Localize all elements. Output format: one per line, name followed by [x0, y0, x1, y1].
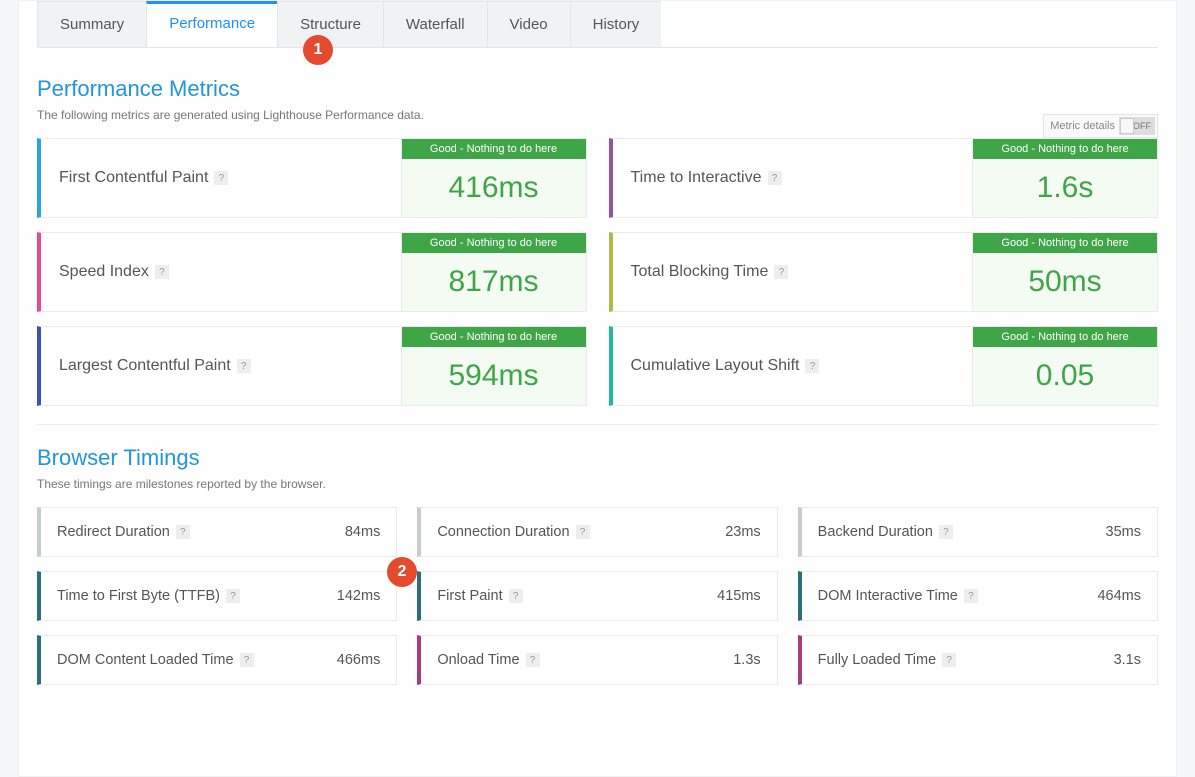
timing-value: 35ms	[1106, 524, 1141, 540]
timing-card: Fully Loaded Time? 3.1s	[798, 635, 1158, 685]
timing-card: Redirect Duration? 84ms	[37, 507, 397, 557]
timing-value: 142ms	[337, 588, 381, 604]
metric-card: First Contentful Paint?Good - Nothing to…	[37, 138, 587, 218]
metric-value: 817ms	[402, 253, 586, 311]
annotation-badge-1: 1	[303, 35, 333, 65]
metric-card: Total Blocking Time?Good - Nothing to do…	[609, 232, 1159, 312]
metrics-section-title: Performance Metrics	[37, 76, 424, 102]
metric-value: 0.05	[973, 347, 1157, 405]
timing-label: Onload Time?	[437, 652, 539, 668]
help-icon[interactable]: ?	[226, 589, 240, 603]
metrics-heading-row: Performance Metrics The following metric…	[37, 66, 1158, 138]
timing-label: Redirect Duration?	[57, 524, 190, 540]
metric-value-box: Good - Nothing to do here1.6s	[972, 139, 1157, 217]
timing-card: DOM Interactive Time? 464ms	[798, 571, 1158, 621]
timing-card: DOM Content Loaded Time? 466ms	[37, 635, 397, 685]
timing-value: 84ms	[345, 524, 380, 540]
metric-value-box: Good - Nothing to do here0.05	[972, 327, 1157, 405]
metric-value-box: Good - Nothing to do here594ms	[401, 327, 586, 405]
metric-value-box: Good - Nothing to do here50ms	[972, 233, 1157, 311]
help-icon[interactable]: ?	[237, 359, 251, 373]
help-icon[interactable]: ?	[214, 171, 228, 185]
help-icon[interactable]: ?	[155, 265, 169, 279]
timing-value: 23ms	[725, 524, 760, 540]
metric-status: Good - Nothing to do here	[402, 233, 586, 253]
help-icon[interactable]: ?	[526, 653, 540, 667]
help-icon[interactable]: ?	[805, 359, 819, 373]
timing-label: Backend Duration?	[818, 524, 953, 540]
metric-label: Time to Interactive?	[613, 139, 973, 217]
metric-label: First Contentful Paint?	[41, 139, 401, 217]
timing-label: DOM Interactive Time?	[818, 588, 978, 604]
metric-card: Largest Contentful Paint?Good - Nothing …	[37, 326, 587, 406]
timing-value: 3.1s	[1114, 652, 1141, 668]
timing-label: First Paint?	[437, 588, 522, 604]
help-icon[interactable]: ?	[774, 265, 788, 279]
timing-label: Fully Loaded Time?	[818, 652, 956, 668]
timings-grid: 2 Redirect Duration? 84ms Connection Durat…	[37, 507, 1158, 685]
timing-card: Time to First Byte (TTFB)? 142ms	[37, 571, 397, 621]
timing-card: Onload Time? 1.3s	[417, 635, 777, 685]
help-icon[interactable]: ?	[768, 171, 782, 185]
metric-label: Largest Contentful Paint?	[41, 327, 401, 405]
metric-value: 416ms	[402, 159, 586, 217]
timing-value: 464ms	[1097, 588, 1141, 604]
page: SummaryPerformanceStructureWaterfallVide…	[18, 0, 1177, 777]
timings-section-title: Browser Timings	[37, 445, 1158, 471]
help-icon[interactable]: ?	[576, 525, 590, 539]
help-icon[interactable]: ?	[176, 525, 190, 539]
timing-value: 415ms	[717, 588, 761, 604]
metric-status: Good - Nothing to do here	[973, 139, 1157, 159]
help-icon[interactable]: ?	[939, 525, 953, 539]
tab-history[interactable]: History	[570, 1, 662, 47]
timing-card: Connection Duration? 23ms	[417, 507, 777, 557]
metrics-grid: First Contentful Paint?Good - Nothing to…	[37, 138, 1158, 406]
timing-label: Connection Duration?	[437, 524, 589, 540]
tab-waterfall[interactable]: Waterfall	[383, 1, 487, 47]
metric-value-box: Good - Nothing to do here817ms	[401, 233, 586, 311]
timing-value: 466ms	[337, 652, 381, 668]
timing-card: First Paint? 415ms	[417, 571, 777, 621]
tab-performance[interactable]: Performance	[146, 1, 277, 47]
annotation-badge-2: 2	[387, 557, 417, 587]
metric-details-toggle[interactable]: Metric details OFF	[1043, 114, 1158, 138]
metric-value: 594ms	[402, 347, 586, 405]
tab-summary[interactable]: Summary	[37, 1, 146, 47]
help-icon[interactable]: ?	[942, 653, 956, 667]
metric-status: Good - Nothing to do here	[402, 327, 586, 347]
toggle-switch[interactable]: OFF	[1119, 117, 1155, 135]
metric-card: Cumulative Layout Shift?Good - Nothing t…	[609, 326, 1159, 406]
help-icon[interactable]: ?	[240, 653, 254, 667]
metric-value-box: Good - Nothing to do here416ms	[401, 139, 586, 217]
help-icon[interactable]: ?	[964, 589, 978, 603]
metrics-section-subtitle: The following metrics are generated usin…	[37, 108, 424, 122]
metric-status: Good - Nothing to do here	[973, 233, 1157, 253]
metric-details-label: Metric details	[1050, 120, 1115, 132]
timing-value: 1.3s	[733, 652, 760, 668]
help-icon[interactable]: ?	[509, 589, 523, 603]
metric-card: Time to Interactive?Good - Nothing to do…	[609, 138, 1159, 218]
section-divider	[37, 424, 1158, 425]
metric-label: Total Blocking Time?	[613, 233, 973, 311]
metric-label: Speed Index?	[41, 233, 401, 311]
timings-section-subtitle: These timings are milestones reported by…	[37, 477, 1158, 491]
metric-status: Good - Nothing to do here	[402, 139, 586, 159]
metric-value: 50ms	[973, 253, 1157, 311]
metric-label: Cumulative Layout Shift?	[613, 327, 973, 405]
tab-bar: SummaryPerformanceStructureWaterfallVide…	[37, 1, 1158, 48]
metric-card: Speed Index?Good - Nothing to do here817…	[37, 232, 587, 312]
timing-label: DOM Content Loaded Time?	[57, 652, 254, 668]
timing-card: Backend Duration? 35ms	[798, 507, 1158, 557]
metric-value: 1.6s	[973, 159, 1157, 217]
timing-label: Time to First Byte (TTFB)?	[57, 588, 240, 604]
tab-video[interactable]: Video	[487, 1, 570, 47]
metric-status: Good - Nothing to do here	[973, 327, 1157, 347]
